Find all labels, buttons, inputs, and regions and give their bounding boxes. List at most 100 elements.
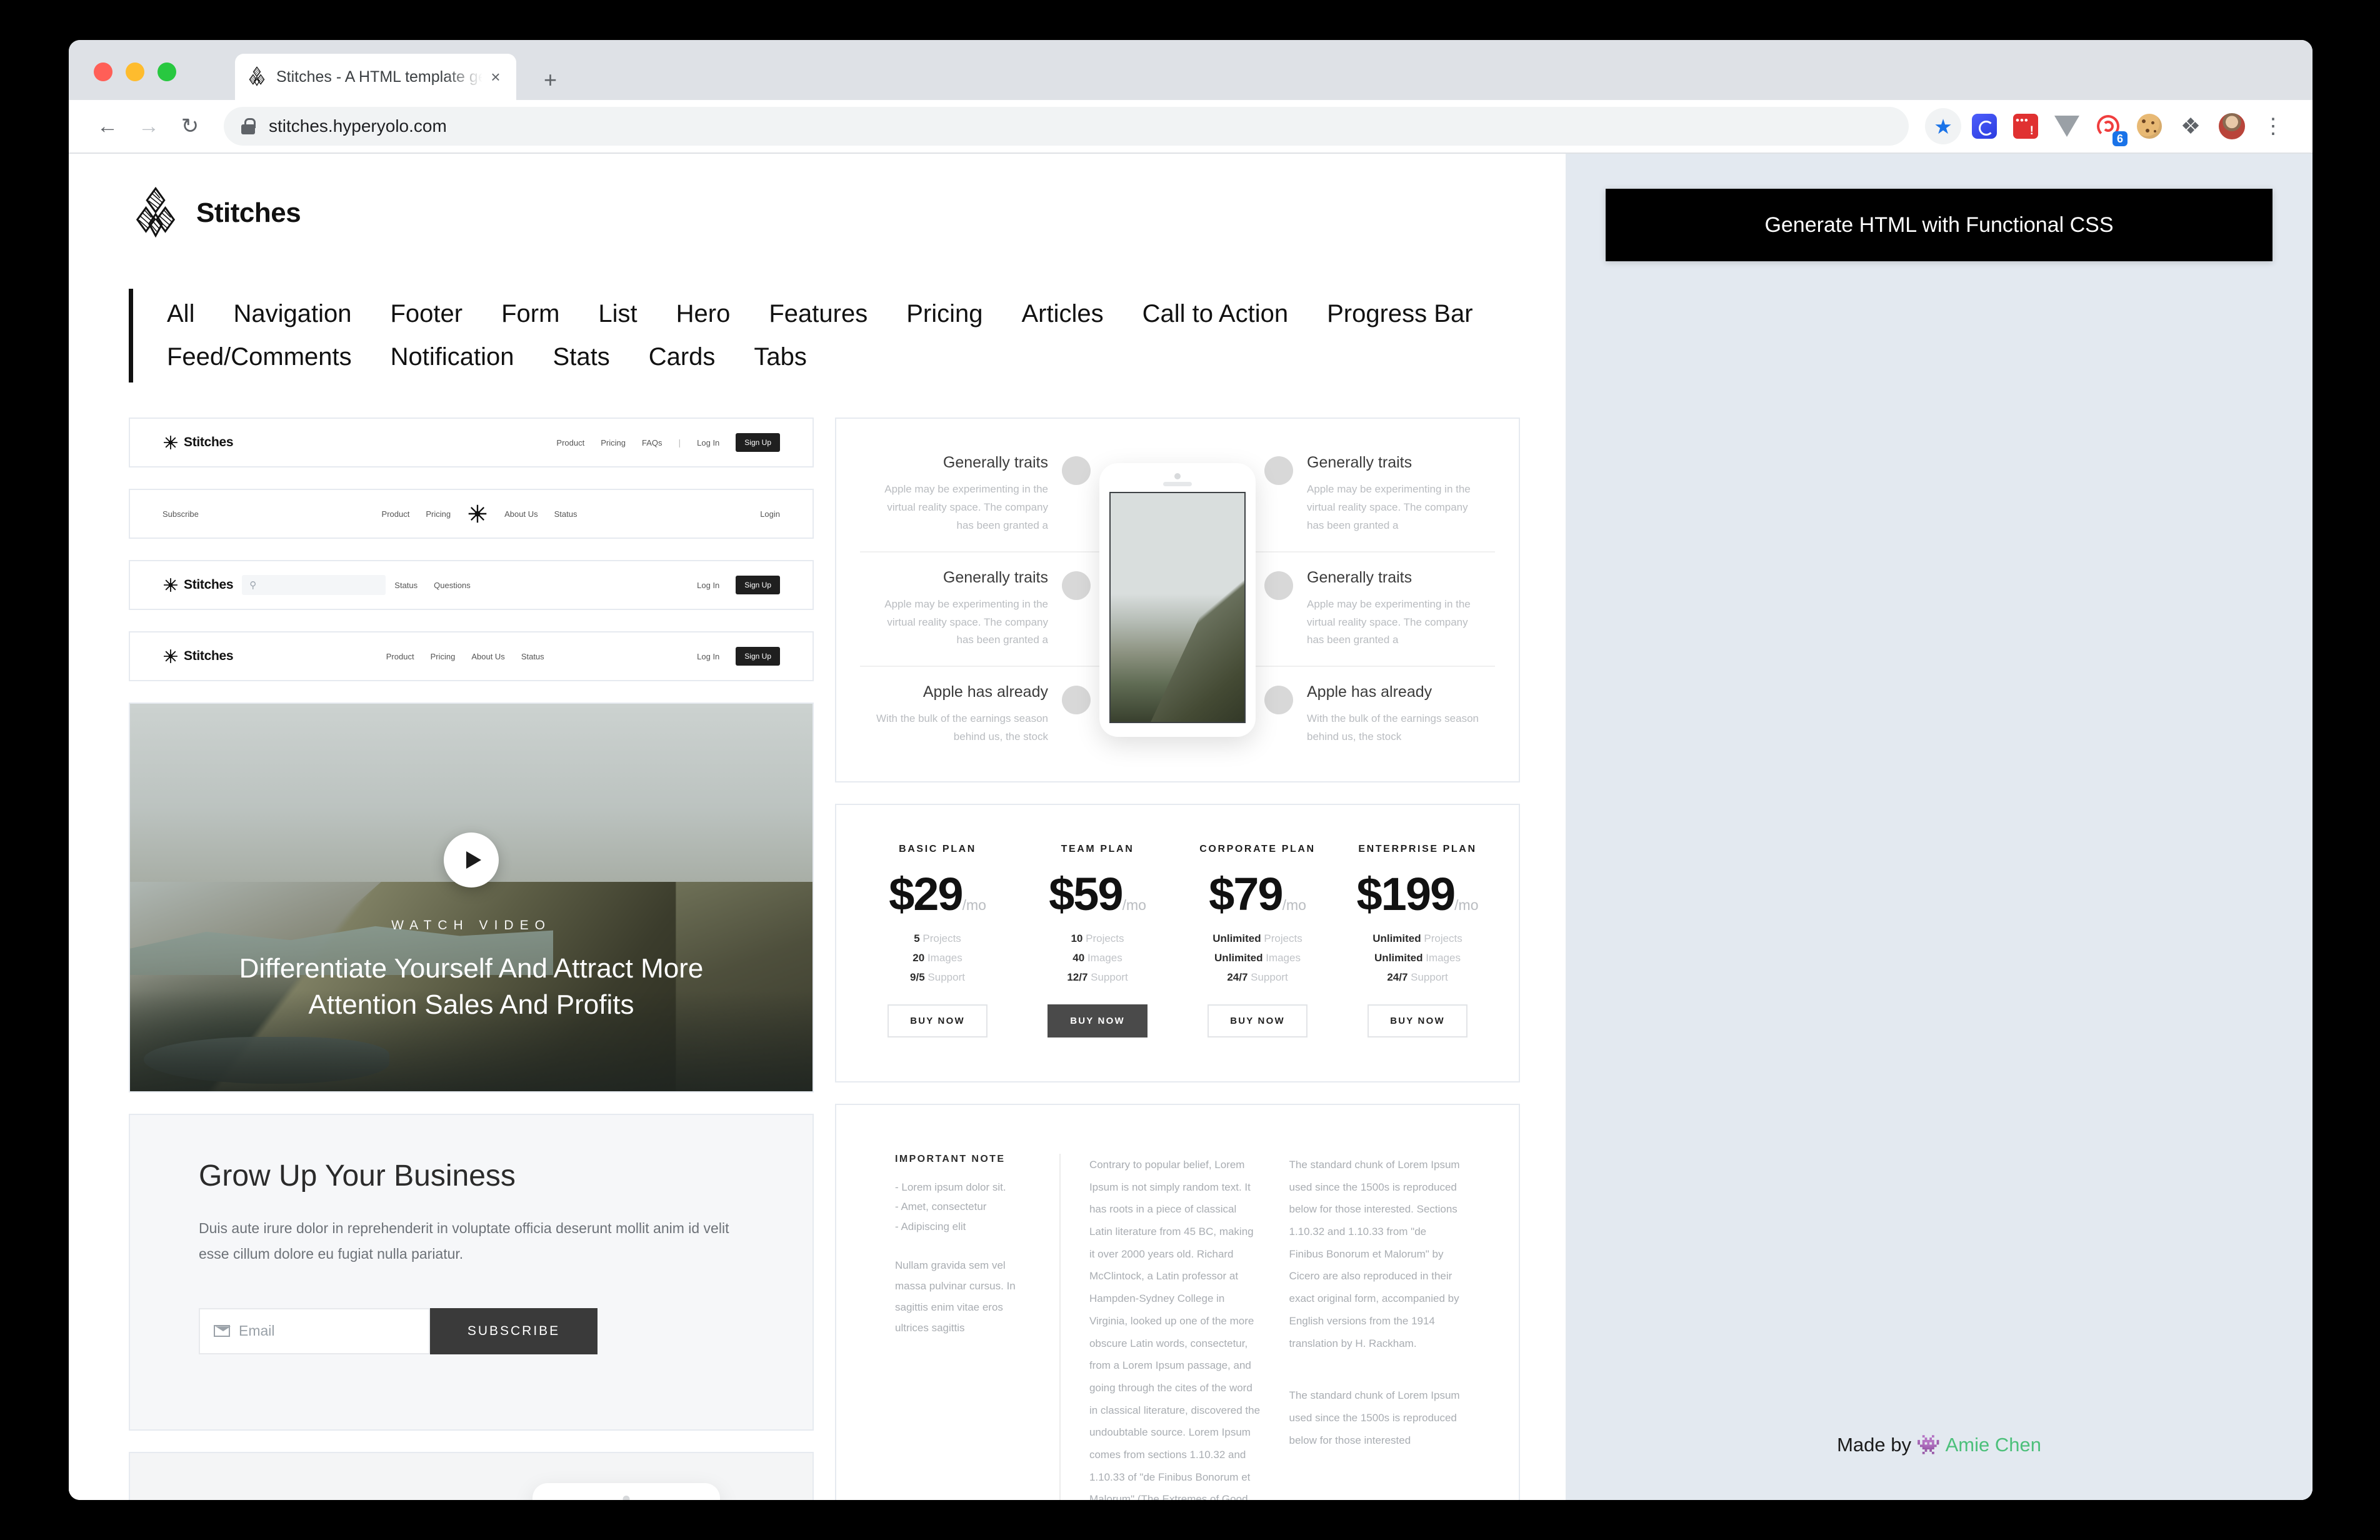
plan-price-value: $59 (1049, 868, 1123, 920)
plan-feature-value: 5 (914, 932, 920, 944)
filter-tab-feed-comments[interactable]: Feed/Comments (167, 336, 352, 379)
filter-tab-hero[interactable]: Hero (676, 292, 731, 336)
plan-feature: 10 Projects (1018, 932, 1178, 945)
feature-body: Apple may be experimenting in the virtua… (1307, 482, 1471, 531)
template-card-newsletter[interactable]: Grow Up Your Business Duis aute irure do… (129, 1114, 814, 1431)
filter-tab-navigation[interactable]: Navigation (233, 292, 351, 336)
nav-link[interactable]: Pricing (431, 652, 456, 661)
template-card-navigation-1[interactable]: Stitches Product Pricing FAQs | Log In S… (129, 418, 814, 468)
template-card-workflow[interactable]: BEST SERVICE Our Work Flow Lorem ipsum d… (129, 1451, 814, 1500)
nav-link[interactable]: Pricing (601, 438, 626, 448)
plan-feature-value: Unlimited (1374, 952, 1423, 964)
vue-devtools-extension-icon[interactable] (2049, 108, 2085, 144)
feature-avatar-icon (1062, 571, 1091, 600)
maximize-window-button[interactable] (158, 62, 176, 81)
nav-search-input[interactable]: ⚲ (242, 575, 386, 595)
filter-tab-notification[interactable]: Notification (391, 336, 514, 379)
play-video-button[interactable] (444, 832, 499, 888)
email-field[interactable]: Email (199, 1308, 430, 1354)
url-text: stitches.hyperyolo.com (269, 116, 447, 136)
filter-tab-call-to-action[interactable]: Call to Action (1142, 292, 1288, 336)
loom-extension-icon[interactable]: 6 (2090, 108, 2128, 146)
close-window-button[interactable] (94, 62, 112, 81)
buy-now-button[interactable]: BUY NOW (888, 1004, 988, 1038)
nav-link[interactable]: Status (554, 509, 578, 519)
browser-titlebar: Stitches - A HTML template ge × + (69, 40, 2312, 100)
forward-button[interactable]: → (131, 109, 166, 144)
template-card-hero-video[interactable]: WATCH VIDEO Differentiate Yourself And A… (129, 702, 814, 1092)
nav-signup-button[interactable]: Sign Up (736, 647, 780, 666)
filter-tab-form[interactable]: Form (501, 292, 559, 336)
back-button[interactable]: ← (90, 109, 125, 144)
author-link[interactable]: Amie Chen (1946, 1434, 2041, 1456)
filter-tab-progress-bar[interactable]: Progress Bar (1327, 292, 1472, 336)
reload-button[interactable]: ↻ (172, 109, 208, 144)
plan-price: $59/mo (1018, 871, 1178, 918)
filter-tab-tabs[interactable]: Tabs (754, 336, 807, 379)
address-bar[interactable]: stitches.hyperyolo.com (224, 107, 1909, 146)
plan-feature-label: Projects (922, 932, 961, 944)
filter-tab-footer[interactable]: Footer (390, 292, 462, 336)
template-card-article-columns[interactable]: IMPORTANT NOTE - Lorem ipsum dolor sit. … (835, 1104, 1520, 1500)
close-tab-icon[interactable]: × (486, 69, 505, 85)
feature-item: Apple has already With the bulk of the e… (1256, 666, 1495, 762)
nav-link[interactable]: Status (394, 581, 418, 590)
plan-feature-label: Projects (1086, 932, 1124, 944)
filter-tab-stats[interactable]: Stats (553, 336, 610, 379)
buy-now-button[interactable]: BUY NOW (1368, 1004, 1468, 1038)
profile-avatar[interactable] (2214, 108, 2250, 144)
nav-subscribe-link[interactable]: Subscribe (162, 509, 199, 519)
nav-signup-button[interactable]: Sign Up (736, 576, 780, 594)
filter-tab-articles[interactable]: Articles (1021, 292, 1103, 336)
subscribe-button[interactable]: SUBSCRIBE (430, 1308, 598, 1354)
minimize-window-button[interactable] (126, 62, 144, 81)
nav-brand-name: Stitches (184, 649, 234, 663)
filter-tab-features[interactable]: Features (769, 292, 868, 336)
plan-price: $29/mo (858, 871, 1018, 918)
plan-price-value: $199 (1356, 868, 1456, 920)
nav-link[interactable]: Pricing (426, 509, 451, 519)
star-glyph: ★ (1934, 114, 1952, 138)
filter-tab-all[interactable]: All (167, 292, 194, 336)
error-extension-icon[interactable] (2008, 108, 2044, 144)
bookmark-star-icon[interactable]: ★ (1925, 108, 1961, 144)
puzzle-extensions-icon[interactable]: ❖ (2172, 108, 2209, 144)
nav-link[interactable]: Product (382, 509, 410, 519)
template-grid: Stitches Product Pricing FAQs | Log In S… (129, 418, 1520, 1500)
browser-tab[interactable]: Stitches - A HTML template ge × (235, 54, 516, 100)
stitches-favicon-icon (249, 66, 265, 86)
email-placeholder: Email (239, 1322, 275, 1339)
filter-tab-pricing[interactable]: Pricing (906, 292, 982, 336)
nav-link[interactable]: Status (521, 652, 544, 661)
template-card-pricing[interactable]: BASIC PLAN $29/mo 5 Projects 20 Images 9/5 S… (835, 804, 1520, 1082)
browser-menu-button[interactable]: ⋮ (2255, 108, 2291, 144)
new-tab-button[interactable]: + (544, 69, 557, 91)
generate-html-button[interactable]: Generate HTML with Functional CSS (1606, 189, 2272, 261)
template-card-navigation-3[interactable]: Stitches ⚲ Status Questions Log In Sign … (129, 560, 814, 610)
grammarly-extension-icon[interactable] (1966, 108, 2002, 144)
nav-link[interactable]: Questions (434, 581, 471, 590)
plan-feature-value: 12/7 (1067, 971, 1088, 983)
filter-tab-list[interactable]: List (598, 292, 637, 336)
cookie-extension-icon[interactable] (2131, 108, 2168, 144)
template-card-navigation-2[interactable]: Subscribe Product Pricing About Us Statu… (129, 489, 814, 539)
nav-login-link[interactable]: Login (760, 509, 780, 519)
plan-name: ENTERPRISE PLAN (1358, 844, 1477, 854)
nav-link[interactable]: FAQs (642, 438, 662, 448)
nav-signup-button[interactable]: Sign Up (736, 433, 780, 452)
nav-link[interactable]: Product (386, 652, 414, 661)
nav-link[interactable]: About Us (504, 509, 538, 519)
nav-link[interactable]: Product (556, 438, 584, 448)
buy-now-button[interactable]: BUY NOW (1208, 1004, 1308, 1038)
nav-login-link[interactable]: Log In (697, 438, 719, 448)
filter-tab-cards[interactable]: Cards (649, 336, 716, 379)
site-brand[interactable]: Stitches (129, 186, 1506, 240)
template-card-features[interactable]: Generally traits Apple may be experiment… (835, 418, 1520, 782)
nav-login-link[interactable]: Log In (697, 581, 719, 590)
nav-link[interactable]: About Us (471, 652, 504, 661)
stitches-mark-icon (468, 504, 487, 523)
buy-now-button[interactable]: BUY NOW (1048, 1004, 1148, 1038)
nav-login-link[interactable]: Log In (697, 652, 719, 661)
feature-title: Generally traits (1307, 453, 1412, 471)
template-card-navigation-4[interactable]: Stitches Product Pricing About Us Status (129, 631, 814, 681)
